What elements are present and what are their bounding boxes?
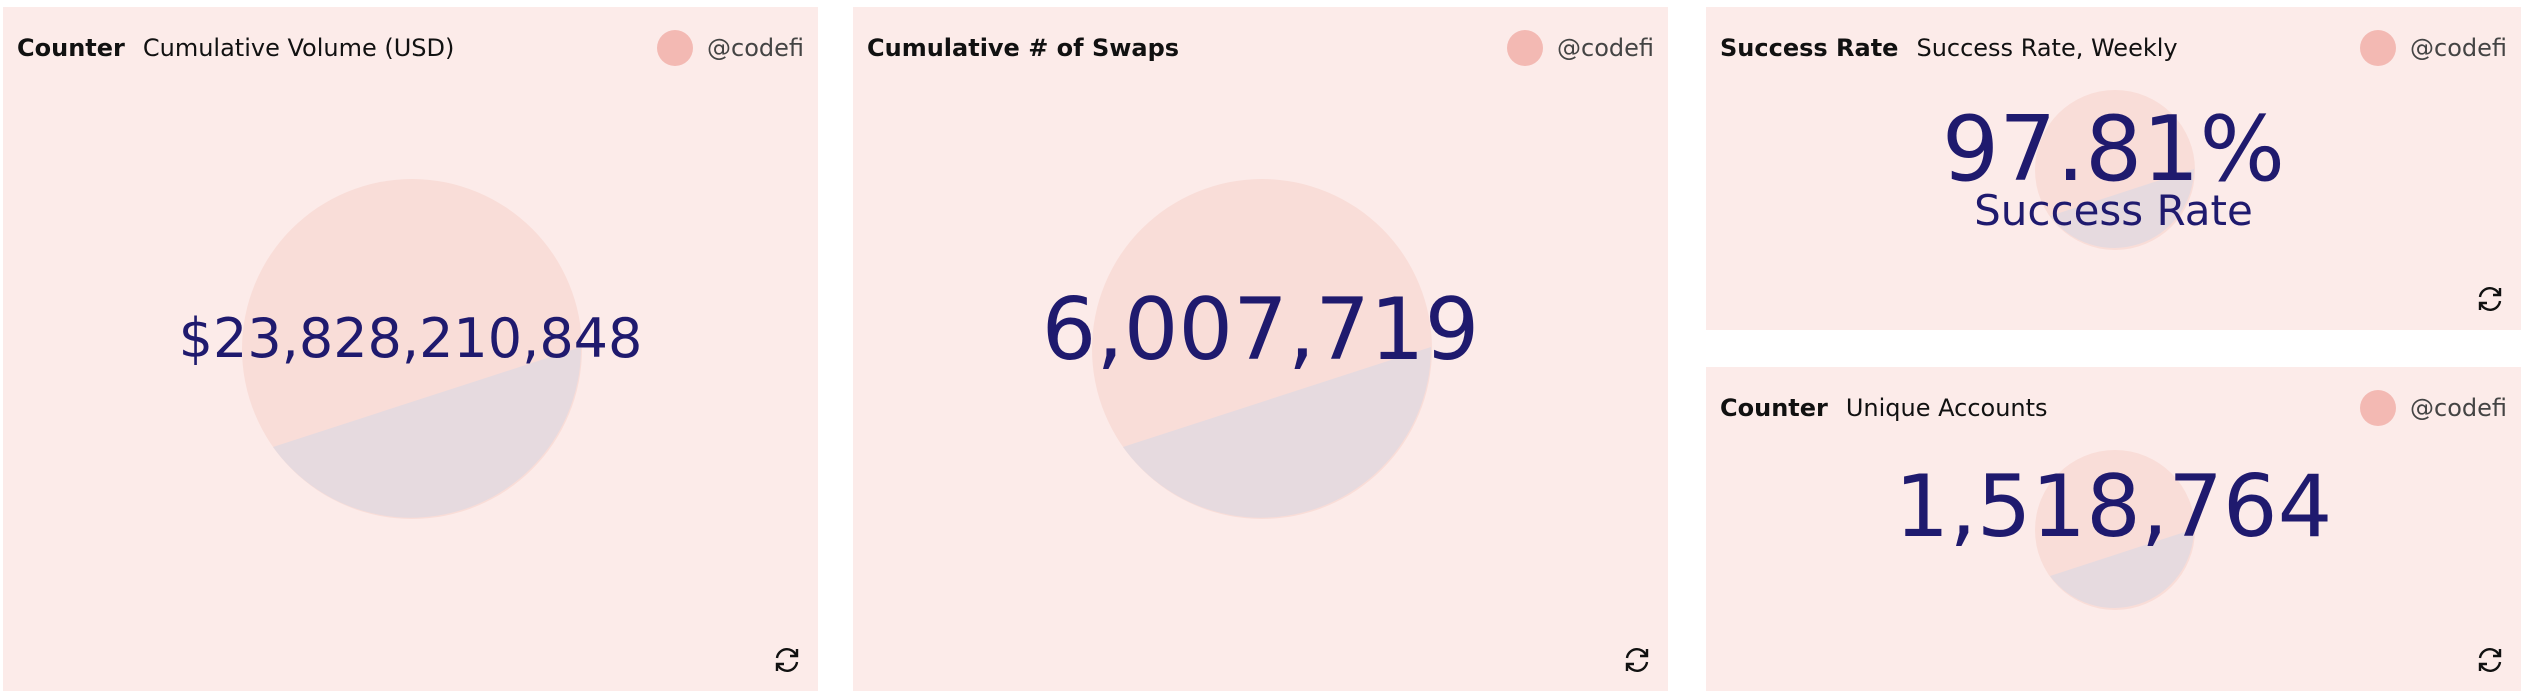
author-link[interactable]: @codefi [707,34,804,62]
panel-type-label: Success Rate [1720,34,1899,62]
panel-header: Counter Cumulative Volume (USD) @codefi [17,27,804,69]
refresh-icon[interactable] [770,643,804,677]
success-rate-value: 97.81% [1941,97,2286,202]
panel-title[interactable]: Cumulative Volume (USD) [143,34,455,62]
avatar[interactable] [2360,390,2396,426]
counter-value: 1,518,764 [1894,457,2333,557]
refresh-icon[interactable] [2473,643,2507,677]
panel-title[interactable]: Unique Accounts [1846,394,2048,422]
panel-title[interactable]: Cumulative # of Swaps [867,34,1179,62]
refresh-icon[interactable] [2473,282,2507,316]
refresh-icon[interactable] [1620,643,1654,677]
avatar[interactable] [657,30,693,66]
counter-value: $23,828,210,848 [178,307,643,370]
counter-panel-cumulative-volume: Counter Cumulative Volume (USD) @codefi … [3,7,818,691]
counter-panel-cumulative-swaps: Cumulative # of Swaps @codefi 6,007,719 [853,7,1668,691]
panel-header: Counter Unique Accounts @codefi [1720,387,2507,429]
author-link[interactable]: @codefi [2410,394,2507,422]
success-rate-label: Success Rate [1974,186,2253,235]
counter-value: 6,007,719 [1041,280,1480,380]
panel-type-label: Counter [1720,394,1828,422]
author-link[interactable]: @codefi [1557,34,1654,62]
avatar[interactable] [1507,30,1543,66]
avatar[interactable] [2360,30,2396,66]
panel-type-label: Counter [17,34,125,62]
counter-panel-unique-accounts: Counter Unique Accounts @codefi 1,518,76… [1706,367,2521,691]
counter-panel-success-rate: Success Rate Success Rate, Weekly @codef… [1706,7,2521,330]
author-link[interactable]: @codefi [2410,34,2507,62]
panel-title[interactable]: Success Rate, Weekly [1916,34,2177,62]
panel-header: Cumulative # of Swaps @codefi [867,27,1654,69]
panel-header: Success Rate Success Rate, Weekly @codef… [1720,27,2507,69]
